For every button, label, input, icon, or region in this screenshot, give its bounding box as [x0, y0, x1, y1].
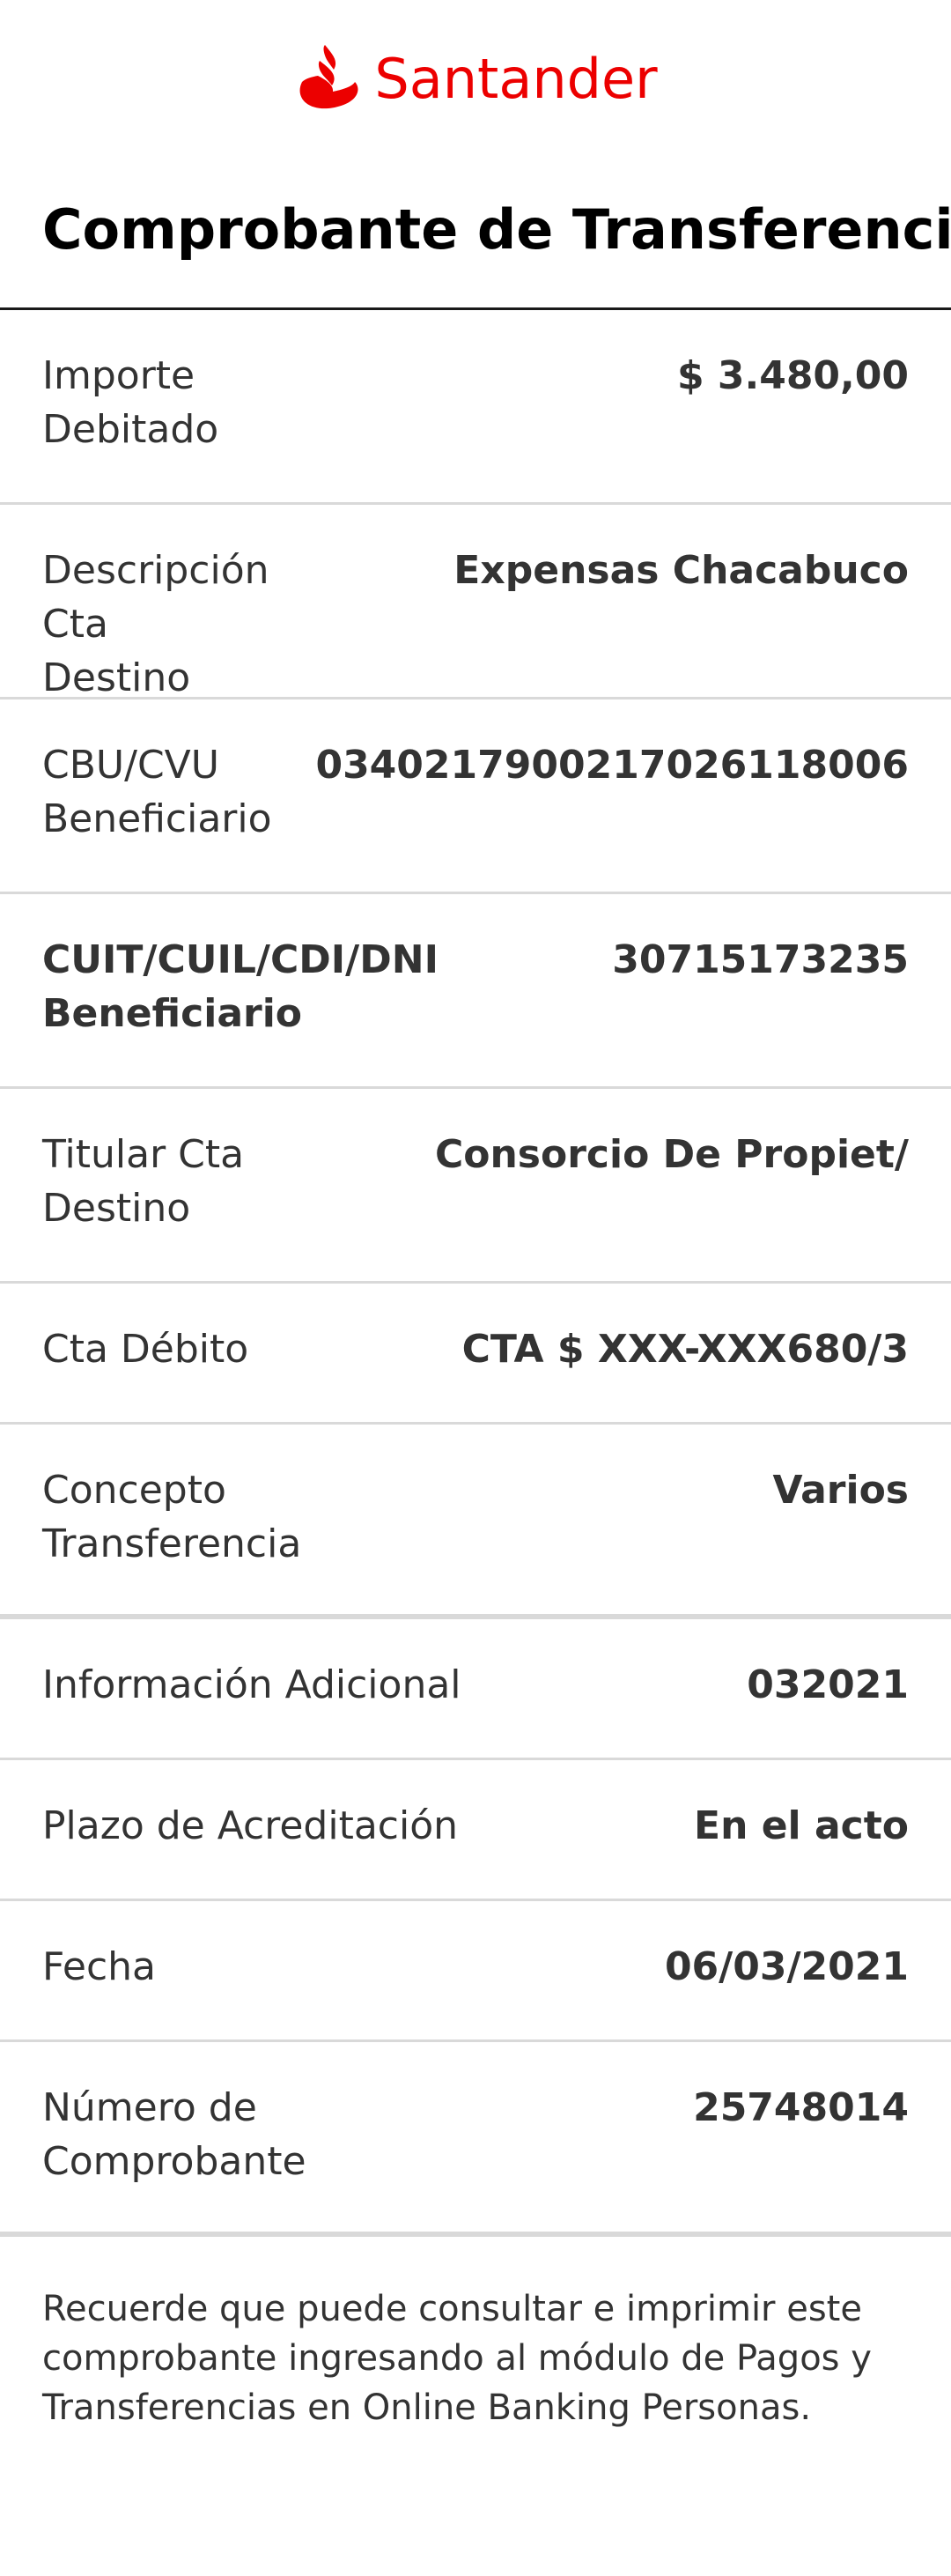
footer-note-line: comprobante ingresando al módulo de Pago… — [42, 2338, 872, 2379]
detail-label: Plazo de Acreditación — [42, 1799, 458, 1853]
detail-value: 032021 — [747, 1662, 909, 1707]
detail-label: Concepto Transferencia — [42, 1463, 333, 1571]
brand-logo: Santander — [0, 0, 951, 155]
footer-note: Recuerde que puede consultar e imprimir … — [0, 2237, 951, 2432]
detail-label-line: CUIT/CUIL/CDI/DNI — [42, 937, 439, 982]
detail-value: 06/03/2021 — [664, 1944, 909, 1989]
detail-label-line: Titular Cta — [42, 1132, 245, 1177]
detail-label-line: Cta Débito — [42, 1327, 249, 1372]
detail-value: En el acto — [694, 1803, 909, 1848]
detail-row-concepto: Concepto Transferencia Varios — [0, 1425, 951, 1619]
detail-label-line: Beneficiario — [42, 796, 272, 841]
detail-label: Información Adicional — [42, 1658, 461, 1712]
footer-note-line: Recuerde que puede consultar e imprimir … — [42, 2289, 862, 2329]
brand-name: Santander — [374, 47, 658, 111]
detail-label: Número de Comprobante — [42, 2081, 333, 2188]
detail-label-line: Destino — [42, 1186, 191, 1231]
detail-row-titular: Titular Cta Destino Consorcio De Propiet… — [0, 1089, 951, 1284]
detail-label-line: Número de — [42, 2085, 257, 2130]
detail-value: 0340217900217026118006 — [315, 743, 909, 788]
detail-label-line: Descripción Cta — [42, 548, 269, 647]
detail-value: CTA $ XXX-XXX680/3 — [461, 1327, 909, 1372]
detail-label: Descripción Cta Destino — [42, 544, 333, 705]
detail-label-line: Importe — [42, 353, 195, 398]
detail-label: CUIT/CUIL/CDI/DNI Beneficiario — [42, 933, 439, 1040]
detail-value: 30715173235 — [612, 937, 909, 982]
title-section: Comprobante de Transferencia — [0, 155, 951, 310]
detail-label: Fecha — [42, 1940, 156, 1994]
detail-row-informacion: Información Adicional 032021 — [0, 1619, 951, 1760]
detail-label-line: Comprobante — [42, 2139, 306, 2184]
detail-row-descripcion: Descripción Cta Destino Expensas Chacabu… — [0, 505, 951, 700]
detail-label-line: Debitado — [42, 407, 219, 452]
detail-value: Expensas Chacabuco — [453, 548, 909, 593]
detail-label-line: Concepto — [42, 1468, 226, 1513]
detail-label: CBU/CVU Beneficiario — [42, 738, 315, 846]
detail-row-fecha: Fecha 06/03/2021 — [0, 1901, 951, 2042]
detail-value: Consorcio De Propiet/ — [434, 1132, 909, 1177]
detail-label-line: Información Adicional — [42, 1662, 461, 1707]
detail-label-line: Plazo de Acreditación — [42, 1803, 459, 1848]
detail-value: 25748014 — [693, 2085, 909, 2130]
page-title: Comprobante de Transferencia — [42, 197, 951, 262]
detail-label-line: Fecha — [42, 1944, 157, 1989]
detail-label-line: Destino — [42, 655, 191, 700]
detail-row-cuit: CUIT/CUIL/CDI/DNI Beneficiario 307151732… — [0, 894, 951, 1089]
footer-note-line: Transferencias en Online Banking Persona… — [42, 2387, 812, 2428]
detail-label: Cta Débito — [42, 1322, 248, 1376]
flame-logo-icon — [293, 43, 362, 112]
detail-label-line: Transferencia — [42, 1521, 302, 1566]
detail-value: Varios — [772, 1468, 909, 1513]
detail-row-plazo: Plazo de Acreditación En el acto — [0, 1760, 951, 1901]
detail-row-cta-debito: Cta Débito CTA $ XXX-XXX680/3 — [0, 1284, 951, 1425]
detail-row-cbu: CBU/CVU Beneficiario 0340217900217026118… — [0, 700, 951, 894]
detail-label-line: Beneficiario — [42, 991, 303, 1036]
transfer-details: Importe Debitado $ 3.480,00 Descripción … — [0, 310, 951, 2237]
detail-row-numero: Número de Comprobante 25748014 — [0, 2042, 951, 2237]
detail-label: Titular Cta Destino — [42, 1128, 333, 1235]
detail-row-importe: Importe Debitado $ 3.480,00 — [0, 310, 951, 505]
detail-value: $ 3.480,00 — [676, 353, 909, 398]
detail-label-line: CBU/CVU — [42, 743, 219, 788]
detail-label: Importe Debitado — [42, 349, 333, 456]
